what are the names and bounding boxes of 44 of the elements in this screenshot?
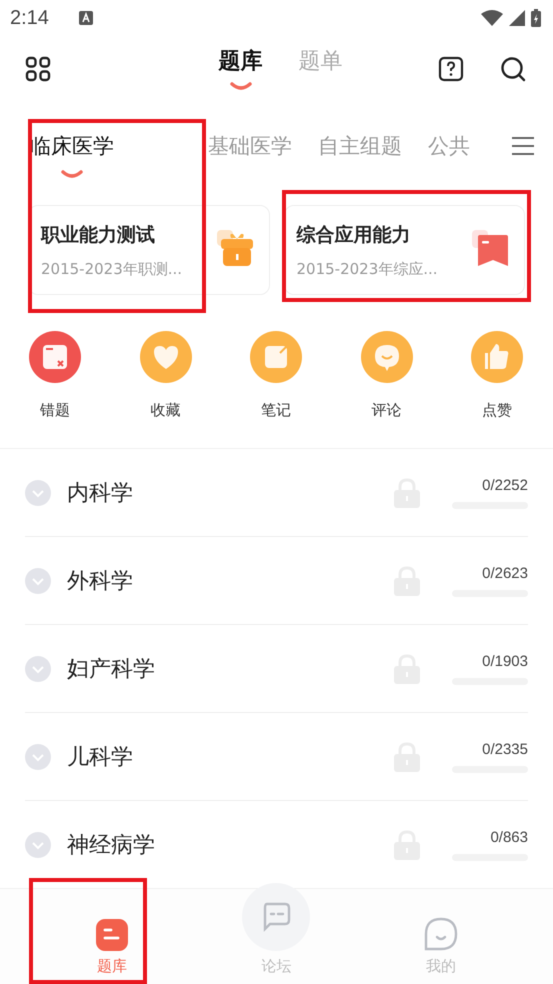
thumbs-up-icon[interactable] <box>471 331 523 383</box>
status-time: 2:14 <box>10 6 49 30</box>
question-count: 0/2252 <box>482 476 528 494</box>
chevron-down-icon[interactable] <box>25 480 51 506</box>
chevron-down-icon[interactable] <box>25 832 51 858</box>
header-tab[interactable]: 题库 <box>218 46 262 76</box>
exam-card[interactable]: 综合应用能力 2015-2023年综应... <box>284 205 525 295</box>
grid-menu-icon[interactable] <box>25 56 51 82</box>
chevron-down-icon[interactable] <box>25 656 51 682</box>
shortcut-label: 评论 <box>372 401 402 420</box>
note-icon[interactable] <box>250 331 302 383</box>
shortcut-label: 收藏 <box>150 401 180 420</box>
battery-icon <box>531 9 541 27</box>
search-icon[interactable] <box>500 56 526 82</box>
subject-name[interactable]: 神经病学 <box>67 830 155 860</box>
subject-name[interactable]: 妇产科学 <box>67 654 155 684</box>
comment-icon[interactable] <box>360 331 412 383</box>
shortcut-label: 笔记 <box>261 401 291 420</box>
tab-indicator-icon <box>230 82 252 90</box>
signal-icon <box>509 10 525 26</box>
wifi-icon <box>481 10 503 26</box>
tab-indicator-icon <box>61 170 83 178</box>
wrong-answers-icon[interactable] <box>29 331 81 383</box>
question-count: 0/863 <box>490 828 528 846</box>
smiley-icon <box>424 917 458 951</box>
keyboard-icon <box>78 11 93 25</box>
question-count: 0/1903 <box>482 652 528 670</box>
shortcut-label: 错题 <box>40 401 70 420</box>
card-title: 综合应用能力 <box>296 222 412 248</box>
chevron-down-icon[interactable] <box>25 744 51 770</box>
question-count: 0/2335 <box>482 740 528 758</box>
question-count: 0/2623 <box>482 564 528 582</box>
card-subtitle: 2015-2023年职测... <box>41 260 184 278</box>
subject-name[interactable]: 儿科学 <box>67 742 133 772</box>
subject-name[interactable]: 内科学 <box>67 478 133 508</box>
question-bank-icon <box>96 919 128 951</box>
chat-icon <box>261 902 292 932</box>
shortcut-label: 点赞 <box>482 401 512 420</box>
help-icon[interactable] <box>438 56 464 82</box>
card-title: 职业能力测试 <box>41 222 156 248</box>
card-subtitle: 2015-2023年综应... <box>296 260 439 278</box>
chevron-down-icon[interactable] <box>25 568 51 594</box>
subject-name[interactable]: 外科学 <box>67 566 133 596</box>
menu-icon[interactable] <box>511 136 535 156</box>
